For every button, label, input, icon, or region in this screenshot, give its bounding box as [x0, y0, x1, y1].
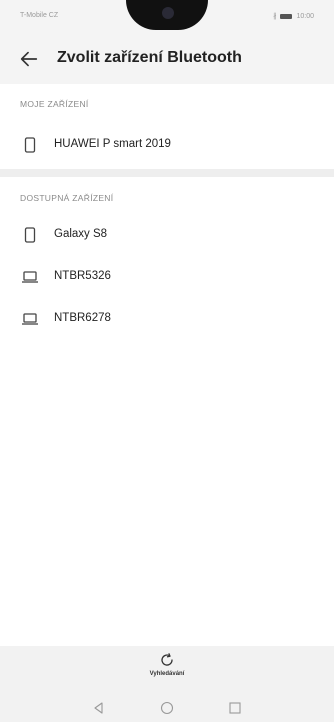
- clock: 10:00: [296, 12, 314, 20]
- app-bar: Zvolit zařízení Bluetooth: [0, 34, 334, 84]
- section-divider: [0, 169, 334, 177]
- device-label: NTBR5326: [54, 270, 111, 282]
- section-header-my-devices: MOJE ZAŘÍZENÍ: [20, 99, 89, 109]
- carrier-label: T-Mobile CZ: [20, 12, 59, 19]
- refresh-icon: [161, 653, 173, 666]
- battery-icon: [280, 13, 293, 19]
- system-navigation-bar: [0, 694, 334, 722]
- device-label: NTBR6278: [54, 312, 111, 324]
- back-arrow-icon[interactable]: [18, 48, 40, 70]
- device-label: HUAWEI P smart 2019: [54, 138, 171, 150]
- device-label: Galaxy S8: [54, 228, 108, 240]
- laptop-icon: [22, 313, 38, 325]
- front-camera-icon: [162, 7, 174, 19]
- nav-home-icon[interactable]: [159, 700, 175, 716]
- page-title: Zvolit zařízení Bluetooth: [57, 49, 242, 66]
- laptop-icon: [22, 271, 38, 283]
- device-row-huawei[interactable]: HUAWEI P smart 2019: [0, 124, 334, 168]
- section-header-available-devices: DOSTUPNÁ ZAŘÍZENÍ: [20, 193, 114, 203]
- device-row-galaxy-s8[interactable]: Galaxy S8: [0, 214, 334, 258]
- nav-back-icon[interactable]: [91, 700, 107, 716]
- status-bar: T-Mobile CZ ∦ 10:00: [0, 0, 334, 34]
- search-devices-label: Vyhledávání: [149, 671, 185, 677]
- nav-recents-icon[interactable]: [227, 700, 243, 716]
- search-devices-button[interactable]: Vyhledávání: [137, 652, 197, 688]
- bluetooth-status-icon: ∦: [272, 13, 277, 20]
- device-row-ntbr5326[interactable]: NTBR5326: [0, 256, 334, 300]
- status-indicators: ∦ 10:00: [272, 12, 314, 21]
- phone-icon: [24, 137, 36, 153]
- device-row-ntbr6278[interactable]: NTBR6278: [0, 298, 334, 342]
- phone-icon: [24, 227, 36, 243]
